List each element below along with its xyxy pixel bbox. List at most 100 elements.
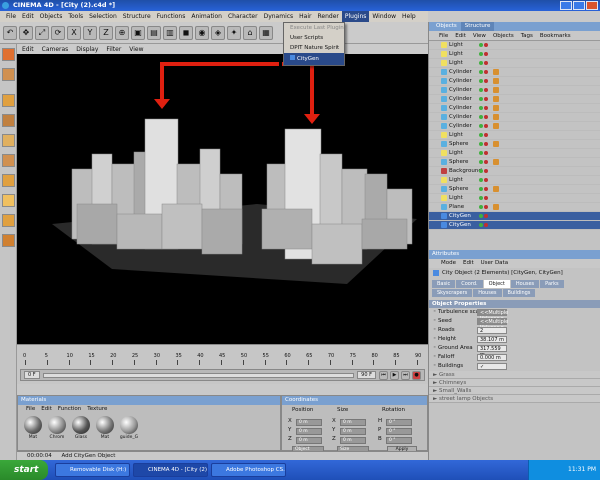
viewport-menu-cameras[interactable]: Cameras [42,46,69,53]
texture-tag-icon[interactable] [493,204,499,210]
material-swatch[interactable] [48,416,66,434]
edges-mode-icon[interactable] [2,114,15,127]
object-row[interactable]: Plane [429,203,600,212]
om-menu-file[interactable]: File [439,31,448,40]
polygons-mode-icon[interactable] [2,134,15,147]
material-swatch[interactable] [24,416,42,434]
texture-mode-icon[interactable] [2,154,15,167]
light-icon[interactable]: ✦ [227,25,241,40]
coord-value-field[interactable]: 0 m [296,437,322,444]
y-axis-icon[interactable]: Y [83,25,97,40]
visibility-render-dot[interactable] [484,106,488,110]
menu-window[interactable]: Window [369,11,399,22]
attr-tab-coord[interactable]: Coord. [456,280,483,288]
visibility-editor-dot[interactable] [479,223,483,227]
move-tool-icon[interactable]: ✥ [19,25,33,40]
object-row[interactable]: Sphere [429,140,600,149]
tweak-mode-icon[interactable] [2,194,15,207]
attr-tab-skyscrapers[interactable]: Skyscrapers [432,289,473,297]
bodypaint-icon[interactable] [2,234,15,247]
visibility-editor-dot[interactable] [479,61,483,65]
x-axis-icon[interactable]: X [67,25,81,40]
maximize-button[interactable] [573,1,585,10]
object-row[interactable]: Light [429,176,600,185]
visibility-render-dot[interactable] [484,160,488,164]
visibility-editor-dot[interactable] [479,124,483,128]
om-menu-view[interactable]: View [473,31,486,40]
viewport-menu-edit[interactable]: Edit [22,46,34,53]
visibility-editor-dot[interactable] [479,106,483,110]
menu-item-user-scripts[interactable]: User Scripts [284,33,344,43]
undo-icon[interactable]: ↶ [3,25,17,40]
menu-animation[interactable]: Animation [188,11,225,22]
menu-edit[interactable]: Edit [19,11,37,22]
texture-tag-icon[interactable] [493,78,499,84]
visibility-editor-dot[interactable] [479,160,483,164]
visibility-render-dot[interactable] [484,43,488,47]
visibility-render-dot[interactable] [484,214,488,218]
visibility-render-dot[interactable] [484,178,488,182]
menu-tools[interactable]: Tools [65,11,86,22]
deformer-icon[interactable]: ◈ [211,25,225,40]
world-coords-icon[interactable]: ⊕ [115,25,129,40]
taskbar-task[interactable]: CINEMA 4D - [City (2)... [133,463,208,477]
timeline-scrubber[interactable] [42,372,355,378]
coord-value-field[interactable]: 0 m [340,419,366,426]
material-swatch[interactable] [72,416,90,434]
points-mode-icon[interactable] [2,94,15,107]
taskbar-task[interactable]: Removable Disk (H:) [55,463,130,477]
axis-mode-icon[interactable] [2,174,15,187]
visibility-render-dot[interactable] [484,79,488,83]
mat-menu-function[interactable]: Function [58,405,81,413]
visibility-render-dot[interactable] [484,196,488,200]
object-row[interactable]: Cylinder [429,86,600,95]
nurbs-icon[interactable]: ◉ [195,25,209,40]
visibility-editor-dot[interactable] [479,43,483,47]
visibility-editor-dot[interactable] [479,70,483,74]
viewport[interactable] [17,54,428,344]
object-row[interactable]: CityGen [429,221,600,230]
visibility-editor-dot[interactable] [479,214,483,218]
menu-plugins[interactable]: Plugins [341,11,370,22]
object-row[interactable]: Light [429,149,600,158]
texture-tag-icon[interactable] [493,96,499,102]
menu-selection[interactable]: Selection [86,11,120,22]
coord-value-field[interactable]: 0 ° [386,428,412,435]
minimize-button[interactable] [560,1,572,10]
object-row[interactable]: Cylinder [429,113,600,122]
coord-value-field[interactable]: 0 m [296,419,322,426]
menu-functions[interactable]: Functions [154,11,189,22]
coord-value-field[interactable]: 0 m [340,428,366,435]
visibility-render-dot[interactable] [484,133,488,137]
texture-tag-icon[interactable] [493,186,499,192]
attr-tab-houses[interactable]: Houses [473,289,502,297]
render-settings-icon[interactable]: ▥ [163,25,177,40]
viewport-menu-display[interactable]: Display [76,46,98,53]
attr-tab-houses[interactable]: Houses [510,280,540,288]
visibility-editor-dot[interactable] [479,205,483,209]
rotate-tool-icon[interactable]: ⟳ [51,25,65,40]
visibility-render-dot[interactable] [484,151,488,155]
object-row[interactable]: Sphere [429,185,600,194]
goto-end-icon[interactable]: ⏭ [401,370,410,380]
frame-end-field[interactable]: 90 F [357,371,376,379]
om-menu-tags[interactable]: Tags [521,31,533,40]
z-axis-icon[interactable]: Z [99,25,113,40]
property-value[interactable]: <<Multiple Values>> [477,309,508,322]
coord-value-field[interactable]: 0 ° [386,419,412,426]
visibility-editor-dot[interactable] [479,97,483,101]
property-group[interactable]: ► Small_Walls [429,387,600,395]
menu-item-dpit-nature-spirit[interactable]: DPIT Nature Spirit [284,43,344,53]
texture-tag-icon[interactable] [493,123,499,129]
visibility-editor-dot[interactable] [479,151,483,155]
object-mode-icon[interactable] [2,68,15,81]
property-group[interactable]: ► Chimneys [429,379,600,387]
menu-item-execute-last-plugin[interactable]: Execute Last Plugin [284,23,344,33]
attr-tab-parks[interactable]: Parks [540,280,564,288]
timeline[interactable]: 0 5 10 15 20 25 30 35 40 45 50 55 60 65 70 75 80 85 90 0 F… [17,344,428,384]
menu-help[interactable]: Help [399,11,419,22]
property-value[interactable]: 2 [477,327,507,334]
menu-hair[interactable]: Hair [296,11,314,22]
visibility-render-dot[interactable] [484,88,488,92]
scale-tool-icon[interactable]: ⤢ [35,25,49,40]
